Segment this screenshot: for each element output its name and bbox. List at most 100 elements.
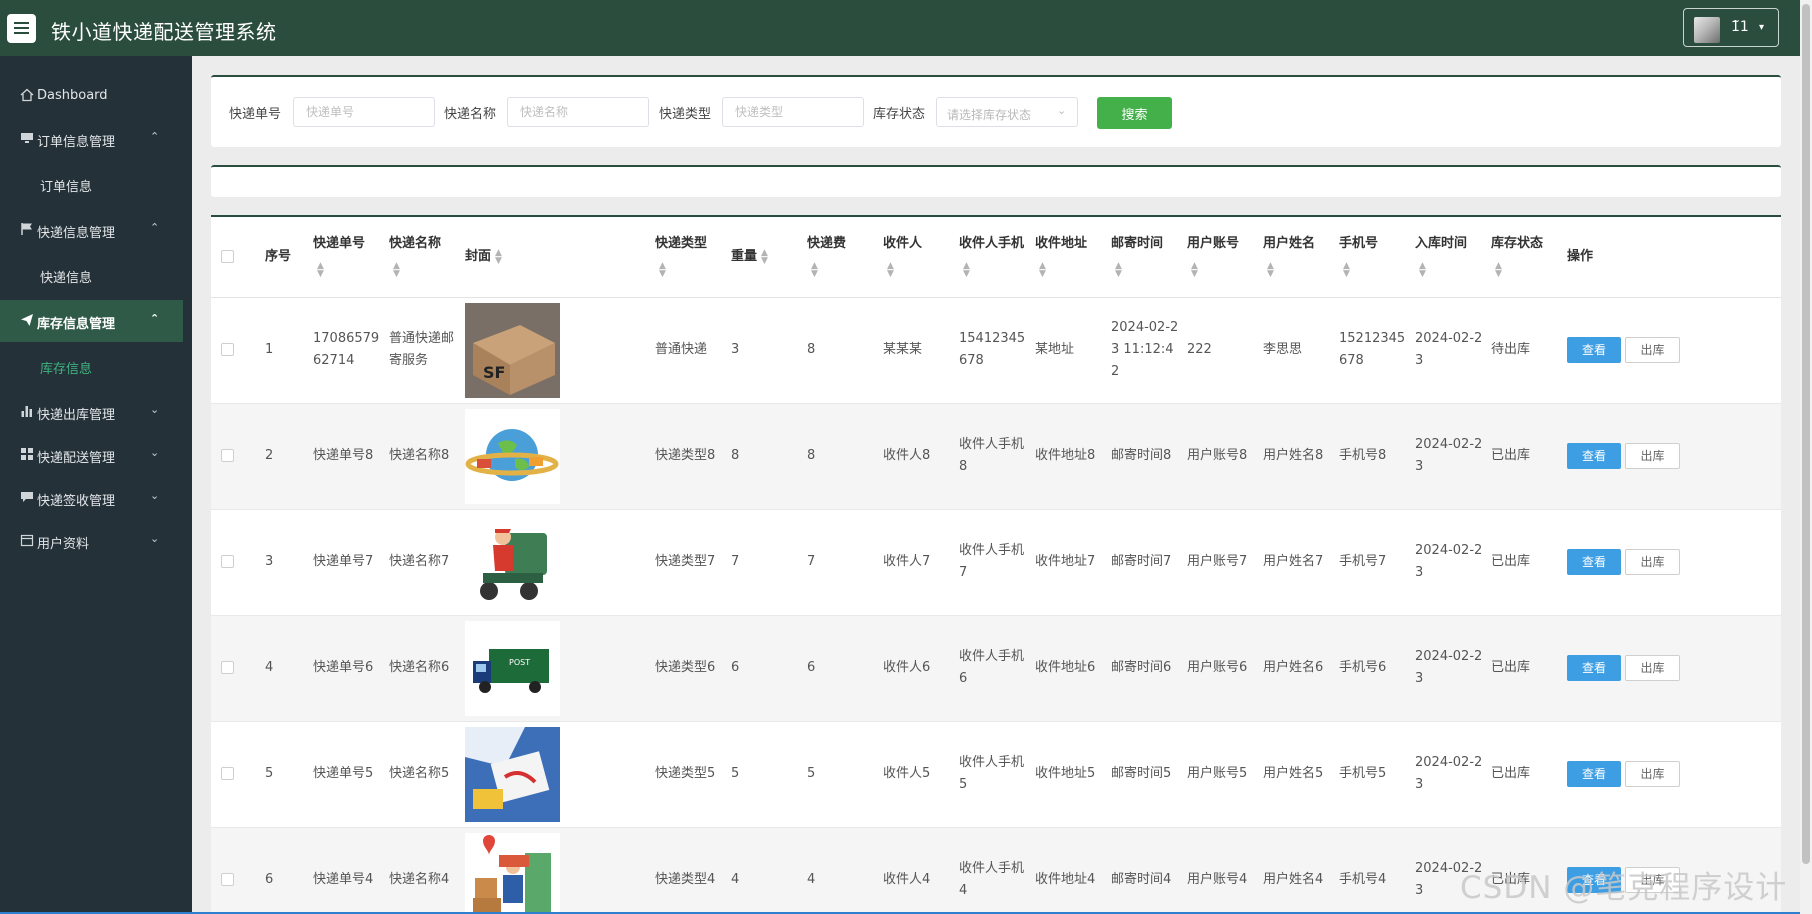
sort-icon[interactable]: ▲ ▼ — [887, 262, 894, 279]
cell-user-name: 用户姓名5 — [1255, 721, 1331, 828]
col-header-cover[interactable]: 封面 ▲ ▼ — [457, 217, 647, 298]
col-header-code[interactable]: 快递单号 ▲ ▼ — [305, 217, 381, 298]
sort-icon[interactable]: ▲ ▼ — [495, 248, 502, 265]
cell-address: 某地址 — [1027, 297, 1103, 404]
col-header-account[interactable]: 用户账号 ▲ ▼ — [1179, 217, 1255, 298]
row-select-cell — [211, 721, 257, 828]
cell-actions: 查看 出库 — [1559, 615, 1781, 722]
col-header-user-name[interactable]: 用户姓名 ▲ ▼ — [1255, 217, 1331, 298]
col-header-status[interactable]: 库存状态 ▲ ▼ — [1483, 217, 1559, 298]
select-all-checkbox[interactable] — [221, 250, 234, 264]
view-button[interactable]: 查看 — [1567, 761, 1621, 787]
sidebar-item-order-management[interactable]: 订单信息管理 ⌃ — [0, 118, 183, 160]
cell-receiver-phone: 15412345678 — [951, 297, 1027, 404]
sidebar-subitem-label: 订单信息 — [40, 180, 93, 195]
cell-receiver-phone: 收件人手机4 — [951, 827, 1027, 914]
cell-code: 快递单号4 — [305, 827, 381, 914]
sidebar-subitem-inventory-info[interactable]: 库存信息 — [0, 346, 183, 386]
menu-toggle-icon[interactable] — [7, 14, 36, 43]
table-row: 1 1708657962714 普通快递邮寄服务 SF 普通快递 3 8 某某某 1541234… — [211, 297, 1781, 404]
outbound-button[interactable]: 出库 — [1625, 443, 1680, 469]
outbound-button[interactable]: 出库 — [1625, 761, 1680, 787]
col-header-send-time[interactable]: 邮寄时间 ▲ ▼ — [1103, 217, 1179, 298]
express-type-input[interactable] — [722, 97, 864, 127]
col-header-weight[interactable]: 重量 ▲ ▼ — [723, 217, 799, 298]
col-header-address[interactable]: 收件地址 ▲ ▼ — [1027, 217, 1103, 298]
col-header-type[interactable]: 快递类型 ▲ ▼ — [647, 217, 723, 298]
inventory-table-panel: 序号 快递单号 ▲ ▼ 快递名称 ▲ ▼ 封面 ▲ ▼ 快递类型 ▲ ▼ 重量 ▲ ▼ 快递费 ▲ ▼ … — [211, 215, 1781, 914]
sort-icon[interactable]: ▲ ▼ — [963, 262, 970, 279]
chevron-down-icon: ⌄ — [150, 446, 160, 459]
sidebar-item-user-profile[interactable]: 用户资料 ⌄ — [0, 520, 183, 562]
col-title: 序号 — [265, 249, 292, 265]
row-checkbox[interactable] — [221, 343, 234, 356]
outbound-button[interactable]: 出库 — [1625, 549, 1680, 575]
select-all-cell — [211, 217, 257, 298]
sort-icon[interactable]: ▲ ▼ — [1039, 262, 1046, 279]
sort-icon[interactable]: ▲ ▼ — [1495, 262, 1502, 279]
cell-receiver: 收件人7 — [875, 509, 951, 616]
cell-type: 快递类型4 — [647, 827, 723, 914]
cell-receiver-phone: 收件人手机7 — [951, 509, 1027, 616]
cover-image — [465, 832, 647, 914]
sidebar-item-dashboard[interactable]: Dashboard — [0, 75, 183, 117]
sort-icon[interactable]: ▲ ▼ — [393, 262, 400, 279]
view-button[interactable]: 查看 — [1567, 337, 1621, 363]
cell-fee: 8 — [799, 403, 875, 510]
sort-icon[interactable]: ▲ ▼ — [1191, 262, 1198, 279]
sidebar-subitem-order-info[interactable]: 订单信息 — [0, 164, 183, 204]
user-menu[interactable]: 1̃1 ▾ — [1683, 8, 1779, 47]
row-checkbox[interactable] — [221, 555, 234, 568]
search-button[interactable]: 搜索 — [1097, 97, 1172, 129]
sort-icon[interactable]: ▲ ▼ — [1267, 262, 1274, 279]
table-header-row: 序号 快递单号 ▲ ▼ 快递名称 ▲ ▼ 封面 ▲ ▼ 快递类型 ▲ ▼ 重量 ▲ ▼ 快递费 ▲ ▼ … — [211, 217, 1781, 298]
cell-address: 收件地址5 — [1027, 721, 1103, 828]
view-button[interactable]: 查看 — [1567, 655, 1621, 681]
col-header-receiver-phone[interactable]: 收件人手机 ▲ ▼ — [951, 217, 1027, 298]
sidebar: Dashboard 订单信息管理 ⌃ 订单信息 快递信息管理 ⌃ 快递信息 库存… — [0, 56, 192, 914]
cell-user-name: 李思思 — [1255, 297, 1331, 404]
col-header-fee[interactable]: 快递费 ▲ ▼ — [799, 217, 875, 298]
sidebar-item-outbound-management[interactable]: 快递出库管理 ⌄ — [0, 391, 183, 433]
sidebar-subitem-express-info[interactable]: 快递信息 — [0, 255, 183, 295]
sidebar-item-signature-management[interactable]: 快递签收管理 ⌄ — [0, 477, 183, 519]
sort-icon[interactable]: ▲ ▼ — [659, 262, 666, 279]
cell-name: 快递名称4 — [381, 827, 457, 914]
view-button[interactable]: 查看 — [1567, 549, 1621, 575]
cell-no: 5 — [257, 721, 305, 828]
row-checkbox[interactable] — [221, 767, 234, 780]
cell-cover: SF — [457, 297, 647, 404]
row-checkbox[interactable] — [221, 873, 234, 886]
sort-icon[interactable]: ▲ ▼ — [1343, 262, 1350, 279]
cell-code: 快递单号7 — [305, 509, 381, 616]
col-header-receiver[interactable]: 收件人 ▲ ▼ — [875, 217, 951, 298]
scrollbar-thumb[interactable] — [1802, 4, 1810, 864]
sort-icon[interactable]: ▲ ▼ — [761, 248, 768, 265]
view-button[interactable]: 查看 — [1567, 443, 1621, 469]
inventory-status-select[interactable]: 请选择库存状态 ⌄ — [936, 97, 1078, 127]
sort-icon[interactable]: ▲ ▼ — [1115, 262, 1122, 279]
express-code-input[interactable] — [293, 97, 435, 127]
sidebar-item-delivery-management[interactable]: 快递配送管理 ⌄ — [0, 434, 183, 476]
col-header-name[interactable]: 快递名称 ▲ ▼ — [381, 217, 457, 298]
sidebar-item-inventory-management[interactable]: 库存信息管理 ⌃ — [0, 300, 183, 342]
row-checkbox[interactable] — [221, 661, 234, 674]
row-select-cell — [211, 827, 257, 914]
sidebar-item-express-management[interactable]: 快递信息管理 ⌃ — [0, 209, 183, 251]
cell-status: 已出库 — [1483, 721, 1559, 828]
sort-icon[interactable]: ▲ ▼ — [317, 262, 324, 279]
col-title: 收件人 — [883, 235, 923, 251]
cell-address: 收件地址4 — [1027, 827, 1103, 914]
col-title: 快递名称 — [389, 235, 442, 251]
express-name-input[interactable] — [507, 97, 649, 127]
row-checkbox[interactable] — [221, 449, 234, 462]
col-header-mobile[interactable]: 手机号 ▲ ▼ — [1331, 217, 1407, 298]
cell-actions: 查看 出库 — [1559, 721, 1781, 828]
col-header-in-time[interactable]: 入库时间 ▲ ▼ — [1407, 217, 1483, 298]
cell-fee: 6 — [799, 615, 875, 722]
outbound-button[interactable]: 出库 — [1625, 337, 1680, 363]
sort-icon[interactable]: ▲ ▼ — [1419, 262, 1426, 279]
page-scrollbar[interactable] — [1800, 0, 1812, 914]
sort-icon[interactable]: ▲ ▼ — [811, 262, 818, 279]
outbound-button[interactable]: 出库 — [1625, 655, 1680, 681]
